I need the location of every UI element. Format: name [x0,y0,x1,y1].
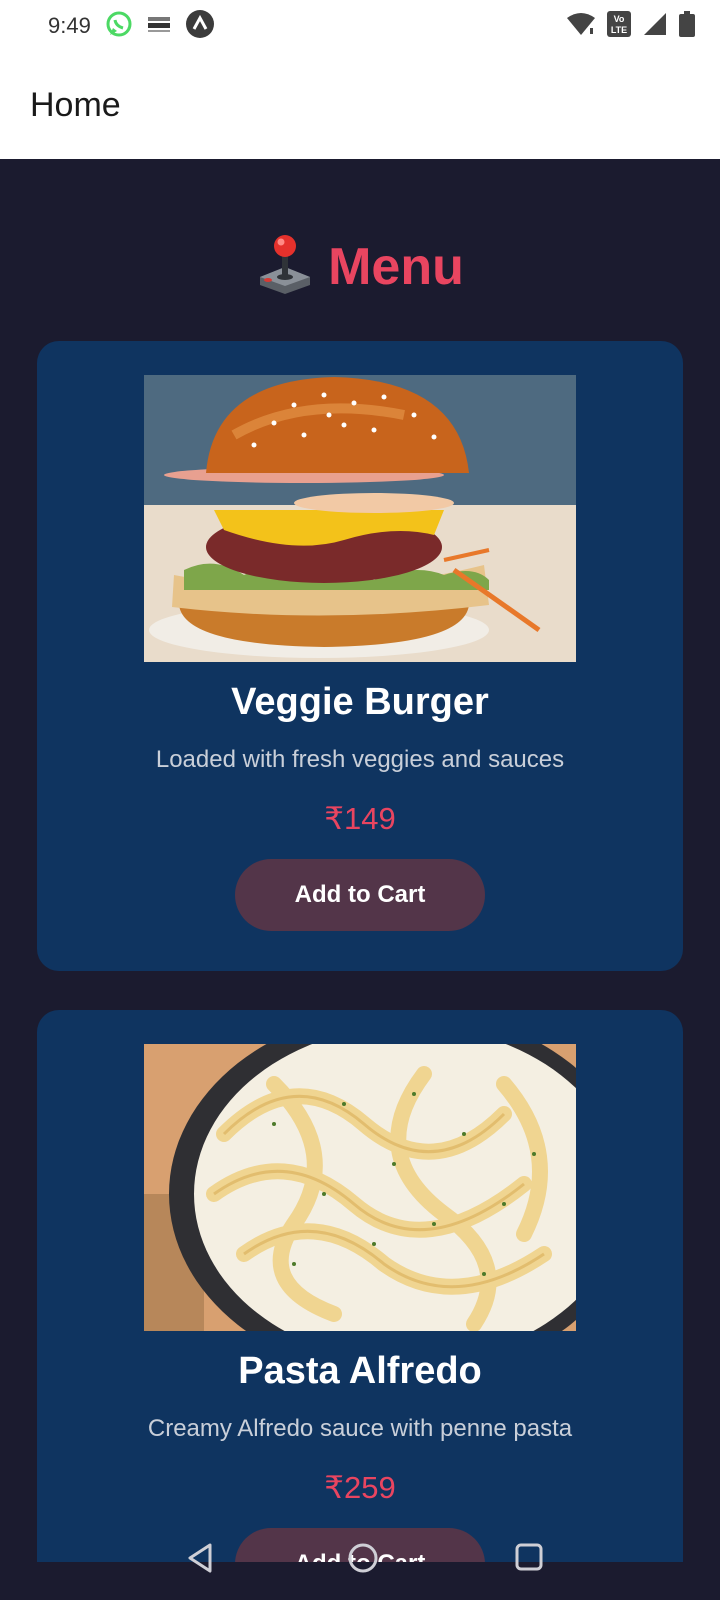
back-icon[interactable] [186,1542,214,1579]
status-bar: 9:49 Vo LTE [0,0,720,52]
volte-icon: Vo LTE [606,10,632,43]
menu-item-card: Pasta Alfredo Creamy Alfredo sauce with … [37,1010,683,1562]
home-icon[interactable] [347,1542,379,1579]
app-bar: Home [0,52,720,159]
status-time: 9:49 [48,13,91,38]
joystick-icon [256,233,314,300]
svg-text:Vo: Vo [614,14,625,24]
menu-screen[interactable]: Menu Veggie Burger Loaded with fresh veg… [0,159,720,1562]
whatsapp-icon [105,10,133,43]
signal-icon [642,11,668,42]
item-description: Loaded with fresh veggies and sauces [155,746,565,773]
menu-heading: Menu [0,233,720,300]
svg-text:LTE: LTE [611,25,627,35]
add-to-cart-button[interactable]: Add to Cart [235,859,485,931]
wifi-icon [566,12,596,41]
system-icons: Vo LTE [566,10,696,43]
system-nav-bar [0,1543,720,1600]
miracle-brand-icon [147,13,171,40]
item-price: ₹259 [324,1470,396,1505]
burger-photo [144,375,576,662]
notification-icons [105,9,215,44]
battery-icon [678,10,696,43]
app-launcher-icon [185,9,215,44]
recents-icon[interactable] [514,1542,544,1577]
item-name: Veggie Burger [231,681,489,723]
page-title: Home [30,86,121,124]
menu-title: Menu [328,237,464,296]
pasta-photo [144,1044,576,1331]
item-description: Creamy Alfredo sauce with penne pasta [147,1415,573,1442]
item-price: ₹149 [324,801,396,836]
menu-item-card: Veggie Burger Loaded with fresh veggies … [37,341,683,971]
item-name: Pasta Alfredo [238,1350,482,1392]
